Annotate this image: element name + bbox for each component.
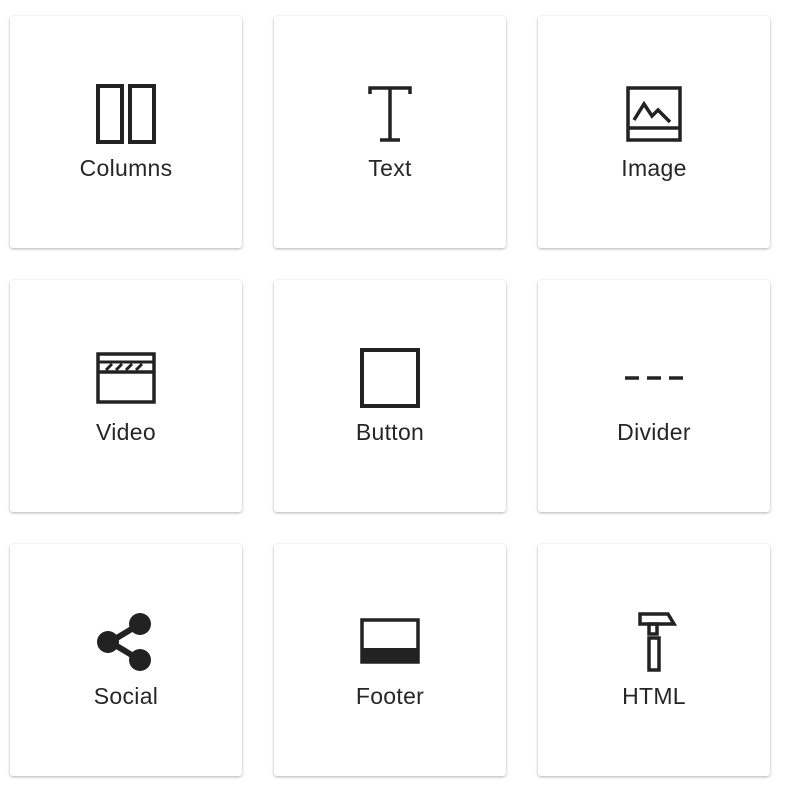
block-label: Image <box>621 155 687 181</box>
video-icon <box>94 346 158 410</box>
block-tile-footer[interactable]: Footer <box>274 544 506 776</box>
block-label: Video <box>96 419 156 445</box>
block-label: Columns <box>79 155 173 181</box>
block-label: HTML <box>622 683 686 709</box>
divider-icon <box>622 346 686 410</box>
block-tile-video[interactable]: Video <box>10 280 242 512</box>
footer-icon <box>358 610 422 674</box>
block-label: Footer <box>355 683 425 709</box>
button-icon <box>358 346 422 410</box>
block-tile-html[interactable]: HTML <box>538 544 770 776</box>
block-label: Button <box>355 419 425 445</box>
block-label: Social <box>93 683 159 709</box>
text-icon <box>358 82 422 146</box>
columns-icon <box>94 82 158 146</box>
content-blocks-grid: Columns Text Image Video Button Divider … <box>0 0 790 794</box>
hammer-icon <box>622 610 686 674</box>
block-tile-divider[interactable]: Divider <box>538 280 770 512</box>
block-tile-image[interactable]: Image <box>538 16 770 248</box>
share-icon <box>94 610 158 674</box>
block-label: Text <box>368 155 412 181</box>
image-icon <box>622 82 686 146</box>
block-tile-text[interactable]: Text <box>274 16 506 248</box>
block-label: Divider <box>617 419 691 445</box>
block-tile-social[interactable]: Social <box>10 544 242 776</box>
block-tile-columns[interactable]: Columns <box>10 16 242 248</box>
block-tile-button[interactable]: Button <box>274 280 506 512</box>
